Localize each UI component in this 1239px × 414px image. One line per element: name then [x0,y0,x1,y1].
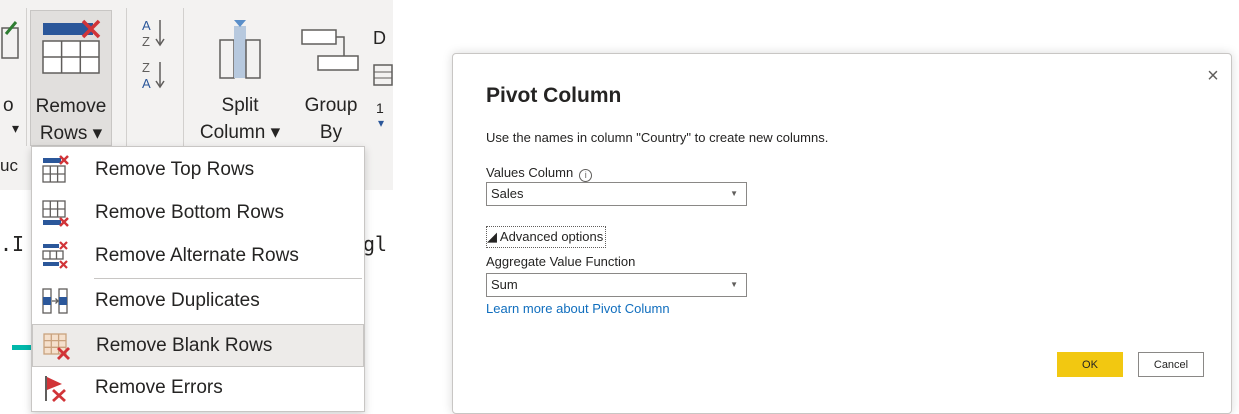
partial-dropdown[interactable]: ▾ [12,120,19,137]
ribbon-separator [183,8,184,146]
chevron-down-icon: ▼ [730,280,738,289]
advanced-options-toggle[interactable]: ◢ Advanced options [486,226,607,248]
menu-item-label: Remove Blank Rows [96,335,273,356]
pivot-column-dialog: × Pivot Column Use the names in column "… [452,53,1232,414]
cancel-button[interactable]: Cancel [1138,352,1204,377]
menu-item-label: Remove Bottom Rows [95,202,285,223]
menu-item-remove-blank-rows[interactable]: Remove Blank Rows [32,324,364,367]
menu-item-remove-errors[interactable]: Remove Errors [32,367,364,410]
ok-button[interactable]: OK [1057,352,1123,377]
menu-item-remove-top-rows[interactable]: Remove Top Rows [32,149,364,192]
chevron-down-icon: ▼ [730,189,738,198]
remove-rows-label: Remove [35,96,107,117]
group-by-label-2: By [319,122,343,143]
menu-item-remove-bottom-rows[interactable]: Remove Bottom Rows [32,192,364,235]
menu-item-label: Remove Alternate Rows [95,245,299,266]
dialog-description: Use the names in column "Country" to cre… [486,130,829,145]
aggregate-value-function-select[interactable]: Sum ▼ [486,273,747,297]
split-column-label: Split [221,95,259,116]
info-icon[interactable]: i [579,169,593,182]
partial-dropdown[interactable]: ▾ [378,116,384,130]
partial-label: 1 [376,100,384,116]
partial-label: o [3,95,14,116]
remove-errors-icon [45,376,66,403]
split-column-icon [219,20,261,79]
learn-more-link[interactable]: Learn more about Pivot Column [486,301,670,316]
remove-alternate-rows-icon [42,241,68,269]
values-column-value: Sales [491,186,524,201]
remove-top-rows-icon [42,155,69,183]
values-column-select[interactable]: Sales ▼ [486,182,747,206]
remove-rows-button[interactable]: Remove Rows ▾ [30,10,112,146]
sort-descending-icon[interactable]: Z A [140,58,170,92]
group-by-label: Group [304,95,358,116]
menu-item-label: Remove Duplicates [95,290,260,311]
group-by-button[interactable]: Group By [294,10,368,146]
group-by-icon [301,29,359,71]
ribbon-separator [26,8,27,146]
remove-duplicates-icon [42,288,68,314]
ribbon-toolbar: o ▾ Remove Rows ▾ A Z Z A Split Column ▾… [0,0,393,150]
split-column-button[interactable]: Split Column ▾ [190,10,290,146]
values-column-label-row: Values Column i [486,165,593,182]
svg-text:Z: Z [142,60,150,75]
dialog-title: Pivot Column [486,84,622,107]
menu-item-label: Remove Errors [95,377,223,398]
remove-rows-icon [42,19,101,74]
split-column-label-2: Column ▾ [199,122,281,143]
partial-label: D [373,28,386,48]
values-column-label: Values Column [486,165,574,180]
remove-bottom-rows-icon [42,200,69,227]
remove-rows-label-2: Rows ▾ [39,123,103,144]
ribbon-panel: o ▾ Remove Rows ▾ A Z Z A Split Column ▾… [0,0,393,414]
close-icon[interactable]: × [1203,66,1223,86]
formula-text-right: gl [363,232,388,256]
svg-text:A: A [142,76,151,91]
menu-divider [94,278,362,279]
menu-item-remove-alternate-rows[interactable]: Remove Alternate Rows [32,235,364,278]
ribbon-separator [126,8,127,146]
svg-text:A: A [142,18,151,33]
edit-icon [1,21,19,59]
sort-ascending-icon[interactable]: A Z [140,16,170,50]
menu-item-remove-duplicates[interactable]: Remove Duplicates [32,280,364,323]
menu-item-label: Remove Top Rows [95,159,255,180]
aggregate-value-function-label: Aggregate Value Function [486,254,636,269]
formula-text-left: .I [0,232,25,256]
partial-label: uc [0,156,18,175]
table-icon [373,64,393,86]
aggregate-value: Sum [491,277,518,292]
svg-text:Z: Z [142,34,150,49]
remove-blank-rows-icon [43,333,70,360]
remove-rows-menu: Remove Top Rows Remove Bottom Rows Remov… [31,146,365,412]
